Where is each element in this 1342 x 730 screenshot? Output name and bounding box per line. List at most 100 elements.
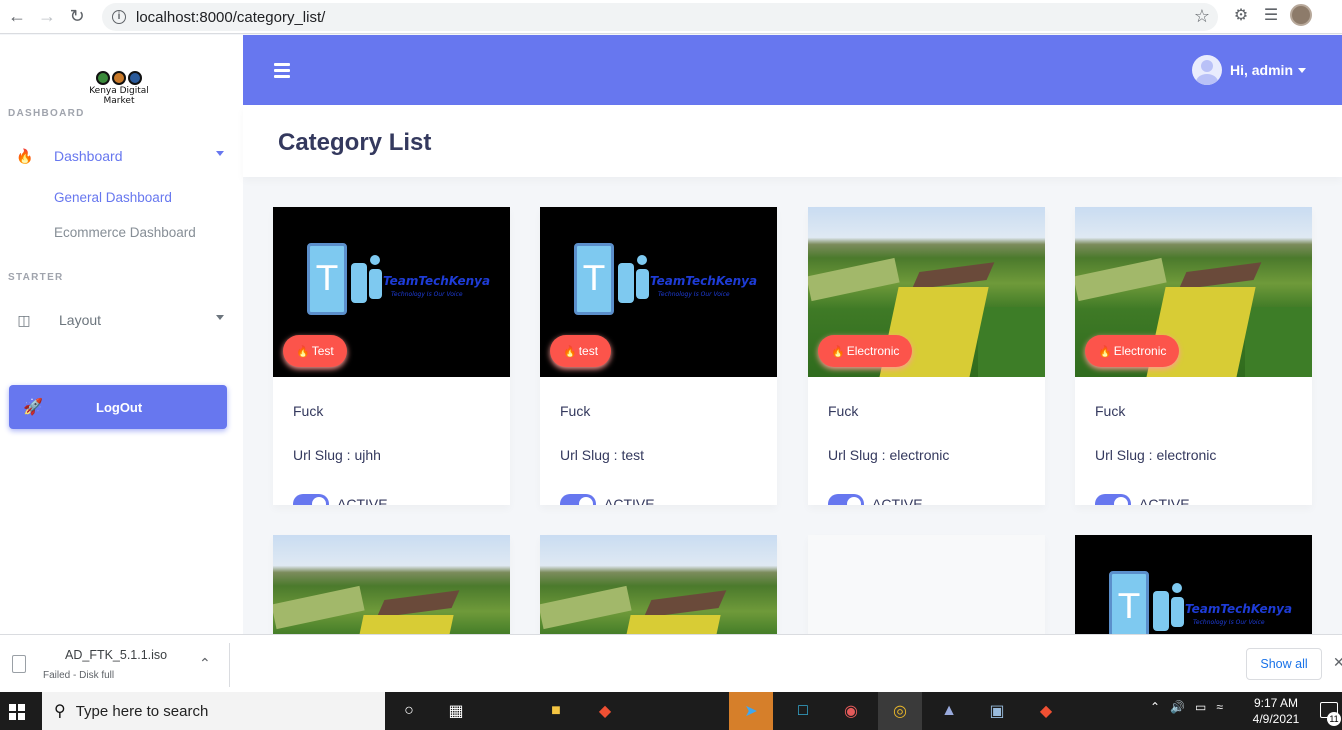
category-image: T TeamTechKenya Technology Is Our Voice … bbox=[540, 207, 777, 377]
category-card: 🔥 Electronic Fuck Url Slug : electronic A… bbox=[808, 207, 1045, 505]
sidebar-item-label: Layout bbox=[59, 312, 102, 328]
git-icon[interactable]: ◆ bbox=[1035, 701, 1057, 721]
download-file-name[interactable]: AD_FTK_5.1.1.iso bbox=[65, 648, 167, 662]
sidebar: Kenya Digital Market DASHBOARD 🔥 Dashboa… bbox=[0, 35, 243, 635]
card-title: Fuck bbox=[560, 403, 591, 419]
category-badge[interactable]: 🔥 Electronic bbox=[818, 335, 913, 367]
app-icon[interactable]: □ bbox=[792, 701, 814, 721]
browser-toolbar: ← → ↻ i localhost:8000/category_list/ ☆ … bbox=[0, 0, 1342, 34]
user-greeting: Hi, admin bbox=[1229, 62, 1293, 78]
sidebar-item-dashboard[interactable]: 🔥 Dashboard bbox=[16, 141, 228, 171]
taskbar-search[interactable]: ⚲ Type here to search bbox=[42, 692, 385, 730]
toggle-label: ACTIVE bbox=[604, 496, 655, 505]
search-icon: ⚲ bbox=[54, 703, 66, 720]
close-icon[interactable]: ✕ bbox=[1333, 654, 1342, 671]
teamtechkenya-logo: T TeamTechKenya Technology Is Our Voice bbox=[574, 243, 774, 323]
section-header: Category List bbox=[243, 105, 1342, 177]
category-image: 🔥 Electronic bbox=[1075, 207, 1312, 377]
category-image: T TeamTechKenya Technology Is Our Voice bbox=[1075, 535, 1312, 635]
divider bbox=[229, 643, 230, 687]
sidebar-subitem-ecommerce-dashboard[interactable]: Ecommerce Dashboard bbox=[54, 225, 196, 240]
hamburger-menu-icon[interactable] bbox=[274, 63, 290, 78]
show-all-button[interactable]: Show all bbox=[1246, 648, 1322, 680]
search-placeholder: Type here to search bbox=[75, 702, 209, 720]
file-explorer-icon[interactable]: ■ bbox=[545, 701, 567, 721]
fire-icon: 🔥 bbox=[563, 345, 577, 358]
category-card: 🔥 Electronic Fuck Url Slug : electronic A… bbox=[1075, 207, 1312, 505]
caret-down-icon bbox=[216, 151, 224, 156]
info-icon[interactable]: i bbox=[112, 10, 126, 24]
category-badge[interactable]: 🔥 Electronic bbox=[1085, 335, 1180, 367]
extensions-puzzle-icon[interactable]: ⚙ bbox=[1230, 4, 1252, 26]
reload-icon[interactable]: ↻ bbox=[62, 2, 92, 32]
windows-start-icon[interactable] bbox=[9, 704, 25, 720]
volume-icon[interactable]: 🔊 bbox=[1170, 700, 1185, 714]
brand-name: Kenya Digital Market bbox=[89, 86, 149, 106]
sidebar-item-layout[interactable]: ◫ Layout bbox=[16, 305, 228, 335]
active-toggle[interactable] bbox=[1095, 494, 1131, 505]
windows-taskbar: ⚲ Type here to search ○ ▦ ■ ◆ ➤ □ ◉ ◎ ▲ … bbox=[0, 692, 1342, 730]
vscode-icon[interactable]: ➤ bbox=[740, 701, 762, 721]
notification-count: 11 bbox=[1327, 712, 1341, 726]
card-title: Fuck bbox=[293, 403, 324, 419]
bookmark-star-icon[interactable]: ☆ bbox=[1194, 6, 1210, 27]
cortana-icon[interactable]: ○ bbox=[398, 701, 420, 721]
file-icon bbox=[12, 655, 26, 673]
chrome-icon[interactable]: ◎ bbox=[889, 701, 911, 721]
app-icon[interactable]: ▣ bbox=[986, 701, 1008, 721]
download-status: Failed - Disk full bbox=[43, 670, 115, 681]
profile-avatar[interactable] bbox=[1290, 4, 1312, 26]
taskbar-clock[interactable]: 9:17 AM 4/9/2021 bbox=[1245, 695, 1307, 727]
user-dropdown[interactable]: Hi, admin bbox=[1191, 55, 1306, 85]
badge-label: Test bbox=[311, 344, 334, 358]
category-card: T TeamTechKenya Technology Is Our Voice … bbox=[540, 207, 777, 505]
brand-circle-icon bbox=[128, 71, 142, 85]
system-tray: ⌃ 🔊 ▭ ≈ bbox=[1150, 700, 1223, 714]
chevron-up-icon[interactable]: ⌃ bbox=[1150, 700, 1160, 714]
brand-logo[interactable]: Kenya Digital Market bbox=[74, 71, 164, 106]
media-queue-icon[interactable]: ☰ bbox=[1260, 4, 1282, 26]
brand-circle-icon bbox=[96, 71, 110, 85]
caret-down-icon bbox=[216, 315, 224, 320]
badge-label: Electronic bbox=[1113, 344, 1167, 358]
wifi-icon[interactable]: ≈ bbox=[1216, 700, 1223, 714]
task-view-icon[interactable]: ▦ bbox=[445, 701, 467, 721]
sidebar-subitem-general-dashboard[interactable]: General Dashboard bbox=[54, 190, 172, 205]
category-image: T TeamTechKenya Technology Is Our Voice … bbox=[273, 207, 510, 377]
teamtechkenya-logo: T TeamTechKenya Technology Is Our Voice bbox=[1109, 571, 1309, 635]
user-avatar bbox=[1191, 55, 1222, 85]
category-badge[interactable]: 🔥 Test bbox=[283, 335, 347, 367]
clock-date: 4/9/2021 bbox=[1252, 712, 1300, 726]
paint-icon[interactable]: ◉ bbox=[840, 701, 862, 721]
fire-icon: 🔥 bbox=[831, 345, 845, 358]
top-navbar: Hi, admin bbox=[243, 35, 1342, 105]
menu-header-starter: STARTER bbox=[8, 272, 64, 283]
category-card bbox=[540, 535, 777, 635]
logout-button[interactable]: 🚀 LogOut bbox=[9, 385, 227, 429]
address-bar[interactable]: i localhost:8000/category_list/ ☆ bbox=[102, 3, 1218, 31]
card-title: Fuck bbox=[828, 403, 859, 419]
card-slug: Url Slug : electronic bbox=[1095, 447, 1217, 463]
category-image: 🔥 Electronic bbox=[808, 207, 1045, 377]
active-toggle[interactable] bbox=[293, 494, 329, 505]
category-card: T TeamTechKenya Technology Is Our Voice bbox=[1075, 535, 1312, 635]
badge-label: Electronic bbox=[846, 344, 900, 358]
active-toggle[interactable] bbox=[560, 494, 596, 505]
clock-time: 9:17 AM bbox=[1253, 696, 1299, 710]
forward-arrow-icon[interactable]: → bbox=[32, 2, 62, 32]
category-badge[interactable]: 🔥 test bbox=[550, 335, 612, 367]
badge-label: test bbox=[578, 344, 599, 358]
toggle-label: ACTIVE bbox=[872, 496, 923, 505]
brand-icons bbox=[74, 71, 164, 85]
back-arrow-icon[interactable]: ← bbox=[2, 2, 32, 32]
app-icon[interactable]: ▲ bbox=[938, 701, 960, 721]
fire-icon: 🔥 bbox=[296, 345, 310, 358]
git-icon[interactable]: ◆ bbox=[594, 701, 616, 721]
chevron-up-icon[interactable]: ⌃ bbox=[199, 655, 211, 672]
menu-header-dashboard: DASHBOARD bbox=[8, 108, 85, 119]
fire-icon: 🔥 bbox=[16, 147, 34, 164]
active-toggle[interactable] bbox=[828, 494, 864, 505]
battery-icon[interactable]: ▭ bbox=[1195, 700, 1206, 714]
sidebar-item-label: Dashboard bbox=[54, 148, 123, 164]
card-slug: Url Slug : electronic bbox=[828, 447, 950, 463]
